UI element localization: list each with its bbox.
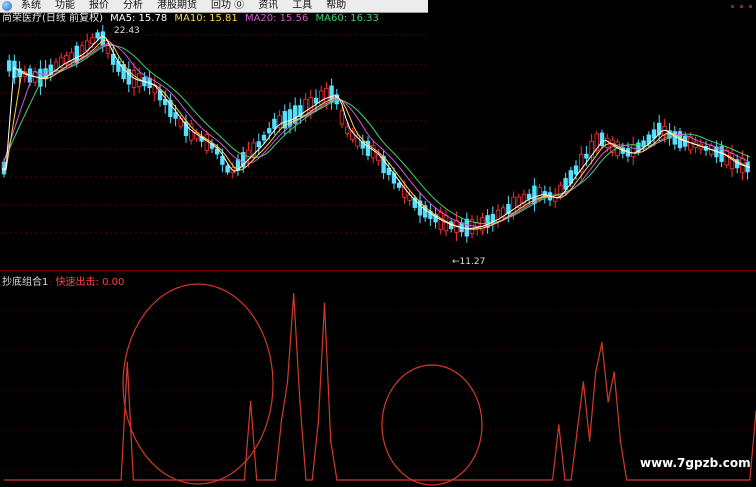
menu-bar: 系统 功能 报价 分析 港股期货 回功 ⓪ 资讯 工具 帮助	[0, 0, 428, 13]
candle-body	[563, 178, 568, 190]
candle-body	[464, 218, 469, 237]
signal-line	[4, 293, 756, 481]
signal-point	[323, 302, 326, 305]
ma60-line	[1, 44, 751, 225]
candle-body	[256, 141, 261, 148]
candle-body	[724, 149, 729, 166]
candle-body	[272, 118, 277, 129]
candle-body	[729, 153, 735, 169]
signal-point	[280, 420, 283, 422]
signal-point	[329, 440, 332, 442]
candle-body	[651, 129, 657, 139]
watermark: www.7gpzb.com	[640, 456, 751, 470]
signal-point	[249, 400, 252, 403]
candle-body	[7, 60, 12, 72]
candle-body	[261, 134, 267, 141]
menu-item-function[interactable]: 功能	[48, 0, 82, 12]
maximize-icon[interactable]	[740, 4, 743, 8]
signal-point	[582, 381, 585, 383]
menu-item-backtest[interactable]: 回功 ⓪	[204, 0, 251, 12]
signal-point	[607, 400, 609, 403]
candle-body	[584, 153, 589, 159]
high-price-label: 22.43	[114, 26, 140, 36]
candle-body	[90, 37, 95, 44]
candle-body	[396, 182, 402, 188]
menu-item-news[interactable]: 资讯	[251, 0, 285, 12]
candle-body	[313, 97, 319, 104]
signal-point	[576, 430, 578, 432]
candle-body	[121, 63, 126, 80]
menu-item-system[interactable]: 系统	[14, 0, 48, 12]
signal-point	[286, 381, 289, 383]
signal-point	[613, 371, 615, 373]
menu-item-analysis[interactable]: 分析	[116, 0, 150, 12]
candle-body	[344, 126, 350, 134]
candle-body	[573, 165, 579, 175]
candle-body	[339, 110, 345, 125]
candle-body	[266, 128, 272, 134]
candle-body	[225, 165, 230, 173]
candle-body	[641, 140, 646, 148]
menu-item-quote[interactable]: 报价	[82, 0, 116, 12]
indicator-chart[interactable]	[0, 270, 756, 487]
menu-item-help[interactable]: 帮助	[319, 0, 353, 12]
signal-point	[619, 440, 622, 442]
ma20-line	[1, 43, 751, 227]
signal-point	[317, 420, 320, 422]
app-logo-icon	[2, 1, 12, 11]
close-icon[interactable]	[749, 4, 752, 8]
ma10-line	[2, 39, 751, 230]
signal-point	[558, 424, 560, 426]
signal-point	[292, 293, 295, 295]
signal-point	[126, 361, 129, 364]
candlestick-chart[interactable]	[0, 13, 756, 268]
minimize-icon[interactable]	[731, 4, 734, 8]
window-controls	[731, 0, 756, 12]
candle-body	[631, 144, 636, 157]
signal-point	[299, 400, 301, 403]
candle-body	[303, 98, 308, 117]
candle-body	[100, 31, 105, 46]
signal-point	[588, 440, 591, 442]
menu-item-tools[interactable]: 工具	[285, 0, 319, 12]
signal-point	[594, 371, 597, 373]
signal-point	[601, 342, 603, 344]
menu-item-hk-futures[interactable]: 港股期货	[150, 0, 204, 12]
candle-body	[605, 137, 610, 148]
highlight-ellipse-right	[381, 364, 483, 486]
highlight-ellipse-left	[122, 283, 274, 485]
low-price-label: ←11.27	[452, 257, 486, 267]
candle-body	[204, 134, 209, 151]
candle-body	[95, 32, 100, 39]
